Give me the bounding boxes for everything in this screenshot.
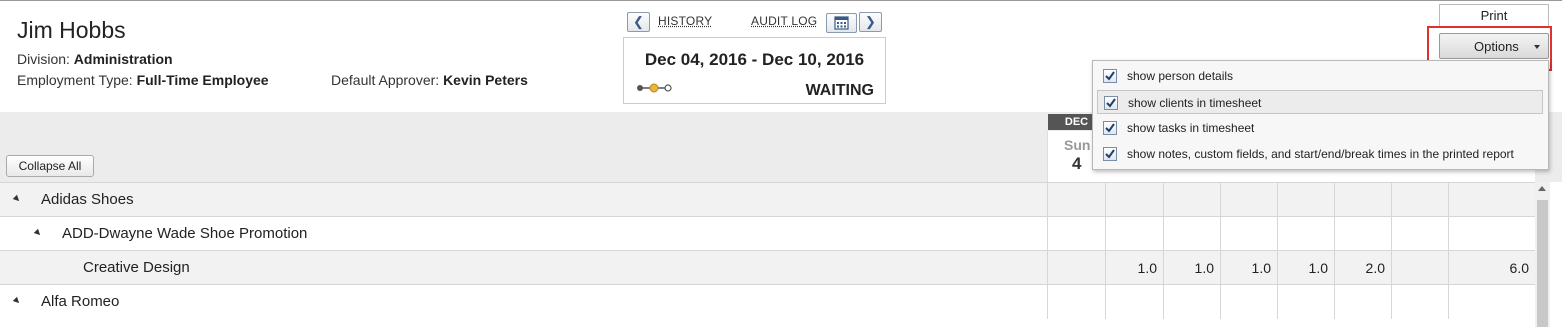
next-period-button[interactable]: ❯ xyxy=(859,12,882,32)
options-menu-item-label: show notes, custom fields, and start/end… xyxy=(1127,147,1514,161)
calendar-icon xyxy=(834,16,849,30)
options-menu-item[interactable]: show notes, custom fields, and start/end… xyxy=(1097,142,1543,166)
prev-period-button[interactable]: ❮ xyxy=(627,12,650,32)
row-label: ADD-Dwayne Wade Shoe Promotion xyxy=(62,225,308,242)
period-summary: Dec 04, 2016 - Dec 10, 2016 WAITING xyxy=(623,37,886,104)
person-name: Jim Hobbs xyxy=(17,17,126,43)
period-range: Dec 04, 2016 - Dec 10, 2016 xyxy=(644,50,865,69)
hours-cell[interactable]: 1.0 xyxy=(1277,251,1334,285)
hours-cell[interactable] xyxy=(1105,183,1163,217)
checkmark-icon xyxy=(1105,123,1115,133)
day-number: 4 xyxy=(1072,154,1082,173)
division-label: Division: xyxy=(17,51,70,67)
options-menu-item-label: show person details xyxy=(1127,69,1234,83)
hours-cell[interactable] xyxy=(1334,183,1391,217)
options-menu: show person details show clients in times… xyxy=(1092,60,1549,170)
hours-cell[interactable]: 1.0 xyxy=(1105,251,1163,285)
hours-cell[interactable] xyxy=(1105,285,1163,319)
hours-cell[interactable] xyxy=(1277,217,1334,251)
row-label: Alfa Romeo xyxy=(41,293,120,310)
options-menu-item[interactable]: show person details xyxy=(1097,64,1543,88)
history-link[interactable]: HISTORY xyxy=(658,14,712,28)
table-row: Alfa Romeo xyxy=(0,284,1535,319)
row-total-cell xyxy=(1448,285,1535,319)
employment-value: Full-Time Employee xyxy=(136,72,269,88)
collapse-all-button[interactable]: Collapse All xyxy=(6,155,94,177)
hours-cell[interactable] xyxy=(1220,285,1277,319)
expand-toggle-icon[interactable] xyxy=(12,194,22,204)
audit-log-link[interactable]: AUDIT LOG xyxy=(751,14,817,28)
hours-cell[interactable] xyxy=(1334,285,1391,319)
options-menu-item-label: show tasks in timesheet xyxy=(1127,121,1255,135)
expand-toggle-icon[interactable] xyxy=(12,296,22,306)
table-row: Adidas Shoes xyxy=(0,182,1535,217)
employment-label: Employment Type: xyxy=(17,72,133,88)
hours-cell[interactable] xyxy=(1220,217,1277,251)
hours-cell[interactable] xyxy=(1334,217,1391,251)
hours-cell[interactable] xyxy=(1277,183,1334,217)
period-status: WAITING xyxy=(805,82,874,99)
approver-value: Kevin Peters xyxy=(443,72,528,88)
hours-cell[interactable] xyxy=(1277,285,1334,319)
hours-cell[interactable] xyxy=(1163,217,1220,251)
table-row: ADD-Dwayne Wade Shoe Promotion xyxy=(0,216,1535,251)
hours-cell[interactable] xyxy=(1220,183,1277,217)
table-row: Creative Design 1.0 1.0 1.0 1.0 2.0 6.0 xyxy=(0,250,1535,285)
division-value: Administration xyxy=(73,51,173,67)
hours-cell[interactable] xyxy=(1391,217,1448,251)
checkmark-icon xyxy=(1105,149,1115,159)
checkbox[interactable] xyxy=(1103,121,1117,135)
division-info: Division: Administration xyxy=(17,51,173,67)
approver-label: Default Approver: xyxy=(331,72,440,88)
row-label: Creative Design xyxy=(83,259,190,276)
hours-cell[interactable]: 2.0 xyxy=(1334,251,1391,285)
day-name: Sun xyxy=(1064,137,1091,153)
hours-cell[interactable] xyxy=(1391,251,1448,285)
print-button[interactable]: Print xyxy=(1439,4,1549,28)
expand-toggle-icon[interactable] xyxy=(33,228,43,238)
checkbox[interactable] xyxy=(1103,69,1117,83)
row-total-cell xyxy=(1448,217,1535,251)
hours-cell[interactable] xyxy=(1163,285,1220,319)
hours-cell[interactable] xyxy=(1047,285,1105,319)
options-menu-item[interactable]: show clients in timesheet xyxy=(1097,90,1543,114)
hours-cell[interactable] xyxy=(1047,217,1105,251)
hours-cell[interactable] xyxy=(1391,183,1448,217)
options-menu-item-label: show clients in timesheet xyxy=(1128,96,1262,110)
approval-progress-icon xyxy=(637,83,672,93)
options-menu-item[interactable]: show tasks in timesheet xyxy=(1097,116,1543,140)
hours-cell[interactable] xyxy=(1391,285,1448,319)
employment-info: Employment Type: Full-Time Employee xyxy=(17,72,269,88)
row-total-cell xyxy=(1448,183,1535,217)
hours-cell[interactable] xyxy=(1047,183,1105,217)
checkbox[interactable] xyxy=(1103,147,1117,161)
hours-cell[interactable] xyxy=(1105,217,1163,251)
scrollbar-thumb[interactable] xyxy=(1537,200,1548,327)
chevron-left-icon: ❮ xyxy=(633,14,644,29)
hours-cell[interactable] xyxy=(1163,183,1220,217)
approver-info: Default Approver: Kevin Peters xyxy=(331,72,528,88)
hours-cell[interactable]: 1.0 xyxy=(1220,251,1277,285)
checkmark-icon xyxy=(1106,98,1116,108)
row-total-cell: 6.0 xyxy=(1448,251,1535,285)
hours-cell[interactable]: 1.0 xyxy=(1163,251,1220,285)
checkbox[interactable] xyxy=(1104,96,1118,110)
checkmark-icon xyxy=(1105,71,1115,81)
scroll-up-icon[interactable] xyxy=(1538,186,1546,191)
row-label: Adidas Shoes xyxy=(41,191,134,208)
hours-cell[interactable] xyxy=(1047,251,1105,285)
calendar-button[interactable] xyxy=(826,13,857,33)
chevron-right-icon: ❯ xyxy=(865,14,876,29)
